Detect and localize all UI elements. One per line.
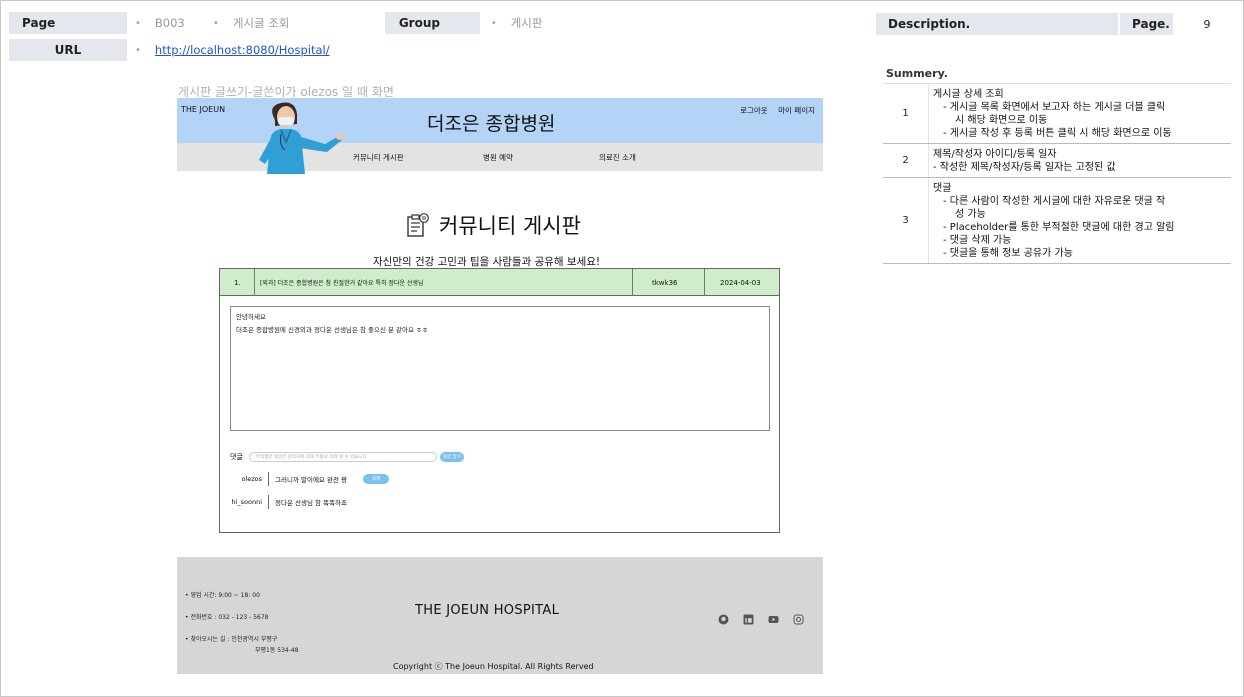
nav-reservation[interactable]: 병원 예약: [483, 152, 513, 163]
summary-row: 1 게시글 상세 조회 - 게시글 목록 화면에서 보고자 하는 게시글 더블 …: [883, 84, 1231, 144]
board-subtitle: 자신만의 건강 고민과 팁을 사람들과 공유해 보세요!: [373, 256, 601, 268]
summary-table: 1 게시글 상세 조회 - 게시글 목록 화면에서 보고자 하는 게시글 더블 …: [883, 83, 1231, 264]
brand-logo[interactable]: THE JOEUN: [181, 105, 225, 114]
group-label: Group: [384, 12, 480, 34]
summary-line: - 게시글 목록 화면에서 보고자 하는 게시글 더블 클릭: [943, 102, 1166, 113]
summary-row: 3 댓글 - 다른 사람이 작성한 게시글에 대한 자유로운 댓글 작 성 가능…: [883, 178, 1231, 264]
top-links: 로그아웃 마이 페이지: [732, 105, 815, 116]
summary-row-text: 댓글 - 다른 사람이 작성한 게시글에 대한 자유로운 댓글 작 성 가능 -…: [928, 178, 1231, 263]
document-frame: Page • B003 • 게시글 조회 Group • 게시판 URL • h…: [0, 0, 1244, 697]
content-line: 더조은 종합병원에 신경외과 정다운 선생님은 참 좋으신 분 같아요 ㅎㅎ: [236, 326, 429, 334]
github-icon[interactable]: [718, 614, 729, 625]
board-title: 커뮤니티 게시판: [407, 210, 581, 240]
page-label: Page: [9, 12, 127, 34]
footer-address-line2: 부평1동 534-48: [255, 647, 299, 654]
post-card: 1. [외과] 더조은 종합병원은 참 친절한거 같아요 특히 정다운 선생님 …: [219, 268, 780, 533]
mypage-link[interactable]: 마이 페이지: [778, 106, 815, 115]
summary-line: 댓글: [933, 183, 952, 194]
comment-user: hi_soonni: [231, 498, 262, 506]
content-line: 안녕하세요: [236, 313, 266, 321]
summary-line: 시 해당 화면으로 이동: [955, 115, 1048, 126]
bullet-icon: •: [212, 17, 219, 29]
footer-copyright: Copyright ⓒ The Joeun Hospital. All Righ…: [393, 662, 594, 671]
page-name: 게시글 조회: [232, 16, 290, 30]
comment-user: olezos: [241, 475, 262, 483]
summary-row-text: 제목/작성자 아이디/등록 일자 - 작성한 제목/작성자/등록 일자는 고정된…: [928, 144, 1231, 177]
doctor-illustration: [259, 102, 344, 174]
comment-form: 댓글 부적절한 댓글은 관리자에 의해 무통보 삭제 될 수 있습니다. 댓글 …: [230, 452, 464, 462]
summary-line: - 댓글 삭제 가능: [943, 235, 1012, 246]
comment-delete-button[interactable]: 삭제: [362, 474, 389, 484]
comment-item: olezos 그러니까 말이에요 완전 짱 삭제: [222, 472, 389, 486]
footer-social-icons: [718, 614, 804, 625]
nav-community[interactable]: 커뮤니티 게시판: [353, 152, 404, 163]
summary-row: 2 제목/작성자 아이디/등록 일자 - 작성한 제목/작성자/등록 일자는 고…: [883, 144, 1231, 178]
instagram-icon[interactable]: [793, 614, 804, 625]
logout-link[interactable]: 로그아웃: [740, 106, 768, 115]
summary-line: - 작성한 제목/작성자/등록 일자는 고정된 값: [933, 162, 1116, 173]
site-screenshot: THE JOEUN 더조은 종합병원 로그아웃 마이 페이지 커뮤니티 게시판 …: [177, 98, 823, 676]
post-content: 안녕하세요 더조은 종합병원에 신경외과 정다운 선생님은 참 좋으신 분 같아…: [230, 306, 770, 431]
summary-line: - 다른 사람이 작성한 게시글에 대한 자유로운 댓글 작: [943, 196, 1166, 207]
page-code: B003: [154, 16, 185, 30]
hospital-title: 더조은 종합병원: [427, 113, 556, 135]
footer-title: THE JOEUN HOSPITAL: [415, 603, 560, 618]
description-label: Description.: [888, 17, 971, 31]
summary-row-number: 1: [902, 108, 909, 119]
summary-row-number: 2: [902, 155, 909, 166]
divider: [704, 269, 705, 296]
bullet-icon: •: [490, 17, 497, 29]
group-value: 게시판: [510, 16, 543, 30]
comment-text: 정다운 선생님 참 똑똑하죠: [275, 499, 347, 507]
summary-line: - 댓글을 통해 정보 공유가 가능: [943, 248, 1073, 259]
page-number-label: Page.: [1118, 13, 1175, 35]
url-link[interactable]: http://localhost:8080/Hospital/: [155, 43, 330, 57]
footer-phone: • 전화번호 : 032 - 123 - 5678: [185, 614, 269, 621]
comment-label: 댓글: [230, 453, 243, 461]
page-number: 9: [1175, 13, 1239, 35]
summary-row-text: 게시글 상세 조회 - 게시글 목록 화면에서 보고자 하는 게시글 더블 클릭…: [928, 84, 1231, 143]
youtube-icon[interactable]: [768, 614, 779, 625]
url-label: URL: [9, 39, 127, 61]
post-number: 1.: [234, 278, 241, 287]
url-meta-row: URL • http://localhost:8080/Hospital/: [9, 39, 330, 61]
post-header: 1. [외과] 더조은 종합병원은 참 친절한거 같아요 특히 정다운 선생님 …: [220, 269, 779, 296]
summary-line: - Placeholder를 통한 부적절한 댓글에 대한 경고 알림: [943, 222, 1175, 233]
post-author: tkwk36: [652, 278, 678, 287]
comment-input[interactable]: 부적절한 댓글은 관리자에 의해 무통보 삭제 될 수 있습니다.: [248, 452, 437, 462]
post-title: [외과] 더조은 종합병원은 참 친절한거 같아요 특히 정다운 선생님: [260, 280, 424, 287]
linkedin-icon[interactable]: [743, 614, 754, 625]
bullet-icon: •: [135, 17, 141, 29]
summary-line: - 게시글 작성 후 등록 버튼 클릭 시 해당 화면으로 이동: [943, 128, 1172, 139]
bullet-icon: •: [135, 44, 141, 56]
site-footer: • 영업 시간: 9:00 ~ 18: 00 • 전화번호 : 032 - 12…: [177, 557, 823, 674]
comment-submit-button[interactable]: 댓글 달기: [439, 452, 464, 462]
divider: [268, 495, 269, 509]
nav-doctors[interactable]: 의료진 소개: [599, 152, 636, 163]
page-meta-row: Page • B003 • 게시글 조회 Group • 게시판: [9, 12, 542, 34]
board-icon: [407, 213, 429, 237]
summary-row-number: 3: [902, 215, 909, 226]
divider: [254, 269, 255, 296]
comment-text: 그러니까 말이에요 완전 짱: [275, 476, 347, 484]
board-title-text: 커뮤니티 게시판: [439, 214, 581, 238]
divider: [268, 472, 269, 486]
summary-line: 제목/작성자 아이디/등록 일자: [933, 149, 1057, 160]
summary-line: 게시글 상세 조회: [933, 89, 1004, 100]
summary-line: 성 가능: [955, 209, 986, 220]
footer-address: • 찾아오시는 길 : 인천광역시 부평구: [185, 636, 278, 643]
summary-label: Summery.: [886, 67, 948, 80]
post-date: 2024-04-03: [720, 278, 761, 287]
footer-hours: • 영업 시간: 9:00 ~ 18: 00: [185, 592, 260, 599]
comment-item: hi_soonni 정다운 선생님 참 똑똑하죠: [222, 495, 347, 509]
divider: [632, 269, 633, 296]
